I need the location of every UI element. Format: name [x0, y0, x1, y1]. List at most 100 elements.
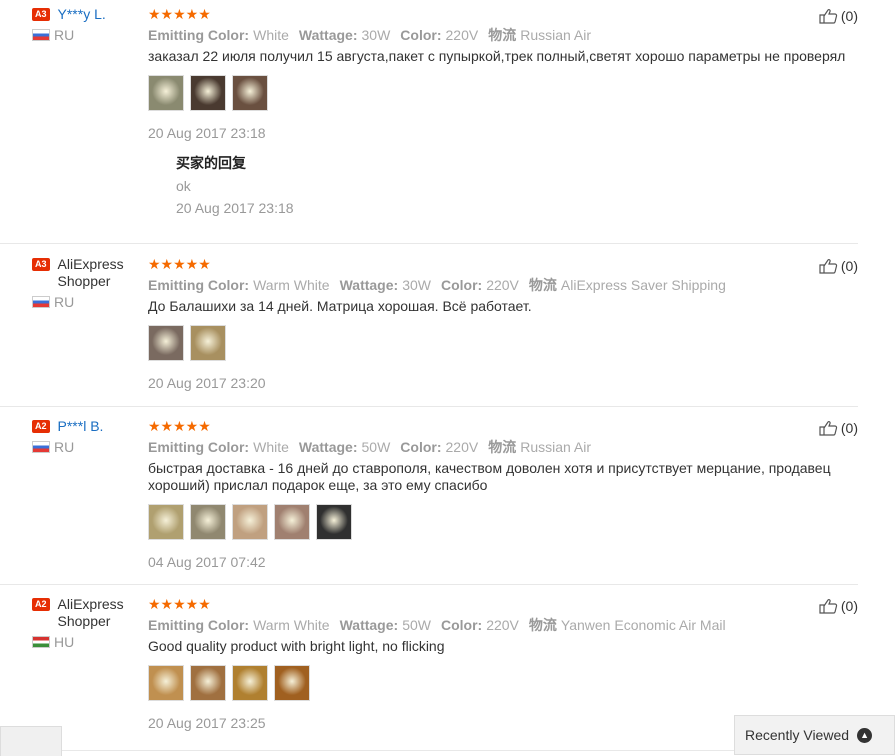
- reviewer-name: AliExpress Shopper: [57, 596, 124, 629]
- like-button[interactable]: (0): [819, 258, 858, 274]
- reviewer-info: A3 AliExpress Shopper RU: [32, 256, 142, 310]
- country-flag-icon: [32, 441, 50, 453]
- review-photo[interactable]: [190, 665, 226, 701]
- review-photo[interactable]: [274, 665, 310, 701]
- reviewer-name: AliExpress Shopper: [57, 256, 124, 289]
- attr-key: Emitting Color:: [148, 617, 250, 633]
- product-attributes: Emitting Color: Warm White Wattage: 30W Colo…: [148, 276, 848, 294]
- attr-value: AliExpress Saver Shipping: [560, 277, 726, 293]
- attr-value: 50W: [361, 439, 391, 455]
- review-photo[interactable]: [190, 75, 226, 111]
- review-date: 20 Aug 2017 23:20: [148, 375, 266, 391]
- review-photo[interactable]: [232, 75, 268, 111]
- attr-value: Russian Air: [520, 439, 592, 455]
- attr-value: White: [253, 27, 289, 43]
- attr-key: 物流: [528, 617, 557, 633]
- bottom-left-tab[interactable]: [0, 726, 62, 756]
- country-flag-icon: [32, 29, 50, 41]
- review-item: A2 AliExpress Shopper HU ★★★★★ Emitting …: [0, 590, 858, 751]
- review-photos: [148, 325, 848, 361]
- product-attributes: Emitting Color: White Wattage: 50W Color: 220…: [148, 438, 848, 456]
- attr-value: White: [253, 439, 289, 455]
- review-text: быстрая доставка - 16 дней до ставрополя…: [148, 460, 831, 493]
- review-text: заказал 22 июля получил 15 августа,пакет…: [148, 48, 846, 64]
- review-content: ★★★★★ Emitting Color: White Wattage: 50W Col…: [148, 418, 848, 570]
- attr-key: Wattage:: [298, 439, 358, 455]
- chevron-up-icon: ▲: [857, 727, 873, 743]
- star-rating: ★★★★★: [148, 6, 211, 22]
- review-item: A3 Y***y L. RU ★★★★★ Emitting Color: Whit…: [0, 0, 858, 244]
- like-button[interactable]: (0): [819, 8, 858, 24]
- thumbs-up-icon: [819, 421, 838, 436]
- attr-key: 物流: [528, 277, 557, 293]
- attr-key: Color:: [400, 439, 442, 455]
- attr-key: 物流: [488, 27, 517, 43]
- review-photo[interactable]: [148, 665, 184, 701]
- star-rating: ★★★★★: [148, 596, 211, 612]
- attr-value: 220V: [486, 617, 519, 633]
- review-photos: [148, 504, 848, 540]
- like-count: (0): [840, 8, 858, 24]
- reviewer-info: A2 P***l B. RU: [32, 418, 142, 455]
- thumbs-up-icon: [819, 259, 838, 274]
- country-code: HU: [54, 634, 75, 650]
- star-rating: ★★★★★: [148, 418, 211, 434]
- review-photo[interactable]: [190, 504, 226, 540]
- buyer-level-badge: A2: [32, 598, 50, 611]
- buyer-level-badge: A3: [32, 258, 50, 271]
- attr-value: Yanwen Economic Air Mail: [560, 617, 726, 633]
- attr-value: 30W: [402, 277, 431, 293]
- reviewer-country: RU: [32, 439, 142, 455]
- star-rating: ★★★★★: [148, 256, 211, 272]
- review-photo[interactable]: [148, 504, 184, 540]
- review-photos: [148, 75, 848, 111]
- country-code: RU: [54, 294, 75, 310]
- reviewer-country: RU: [32, 294, 142, 310]
- attr-key: Wattage:: [339, 277, 399, 293]
- reply-date: 20 Aug 2017 23:18: [176, 200, 294, 216]
- review-photo[interactable]: [148, 75, 184, 111]
- country-code: RU: [54, 27, 75, 43]
- like-count: (0): [840, 598, 858, 614]
- reviewer-country: HU: [32, 634, 142, 650]
- country-flag-icon: [32, 296, 50, 308]
- attr-value: Russian Air: [520, 27, 592, 43]
- attr-value: Warm White: [253, 617, 330, 633]
- thumbs-up-icon: [819, 9, 838, 24]
- review-photos: [148, 665, 848, 701]
- review-content: ★★★★★ Emitting Color: White Wattage: 30W Col…: [148, 6, 848, 216]
- reviewer-info: A2 AliExpress Shopper HU: [32, 596, 142, 650]
- like-count: (0): [840, 420, 858, 436]
- attr-key: Color:: [440, 617, 483, 633]
- review-photo[interactable]: [274, 504, 310, 540]
- attr-value: 220V: [445, 27, 479, 43]
- attr-value: 50W: [402, 617, 431, 633]
- reviewer-name[interactable]: Y***y L.: [58, 6, 106, 23]
- review-text: До Балашихи за 14 дней. Матрица хорошая.…: [148, 298, 532, 314]
- review-date: 20 Aug 2017 23:18: [148, 125, 266, 141]
- attr-key: Emitting Color:: [148, 277, 250, 293]
- review-photo[interactable]: [232, 504, 268, 540]
- recently-viewed-button[interactable]: Recently Viewed ▲: [734, 715, 895, 755]
- review-photo[interactable]: [148, 325, 184, 361]
- like-button[interactable]: (0): [819, 420, 858, 436]
- review-content: ★★★★★ Emitting Color: Warm White Wattage: 5…: [148, 596, 848, 731]
- review-photo[interactable]: [232, 665, 268, 701]
- like-count: (0): [840, 258, 858, 274]
- thumbs-up-icon: [819, 599, 838, 614]
- reviewer-country: RU: [32, 27, 142, 43]
- reviewer-info: A3 Y***y L. RU: [32, 6, 142, 43]
- like-button[interactable]: (0): [819, 598, 858, 614]
- product-attributes: Emitting Color: Warm White Wattage: 50W Colo…: [148, 616, 848, 634]
- reply-text: ok: [176, 178, 191, 194]
- attr-key: Wattage:: [298, 27, 358, 43]
- attr-key: 物流: [488, 439, 517, 455]
- attr-key: Emitting Color:: [148, 439, 250, 455]
- review-photo[interactable]: [190, 325, 226, 361]
- review-photo[interactable]: [316, 504, 352, 540]
- attr-key: Emitting Color:: [148, 27, 250, 43]
- recently-viewed-label: Recently Viewed: [745, 727, 850, 743]
- reviewer-name[interactable]: P***l B.: [58, 418, 104, 435]
- attr-value: Warm White: [253, 277, 330, 293]
- review-item: A3 AliExpress Shopper RU ★★★★★ Emitting …: [0, 250, 858, 407]
